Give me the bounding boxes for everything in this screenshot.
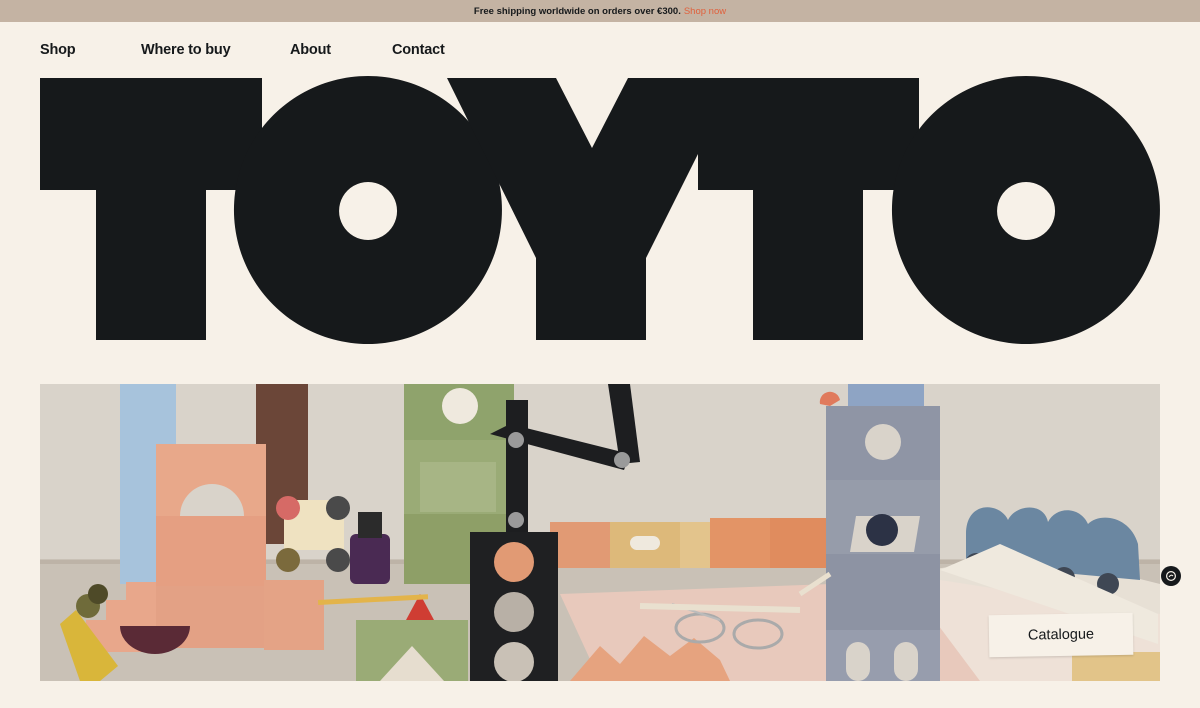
- catalogue-button[interactable]: Catalogue: [988, 612, 1134, 658]
- nav-item-shop[interactable]: Shop: [40, 42, 141, 58]
- announcement-text: Free shipping worldwide on orders over €…: [473, 5, 681, 17]
- nav-item-about[interactable]: About: [290, 42, 392, 58]
- nav-item-contact[interactable]: Contact: [392, 42, 445, 58]
- announcement-bar: Free shipping worldwide on orders over €…: [0, 0, 1200, 22]
- nav-item-where-to-buy[interactable]: Where to buy: [141, 42, 290, 58]
- hand-wave-icon: [1165, 570, 1177, 582]
- floating-badge[interactable]: [1161, 566, 1181, 586]
- main-nav: Shop Where to buy About Contact: [40, 42, 445, 58]
- shop-now-link[interactable]: Shop now: [684, 6, 726, 17]
